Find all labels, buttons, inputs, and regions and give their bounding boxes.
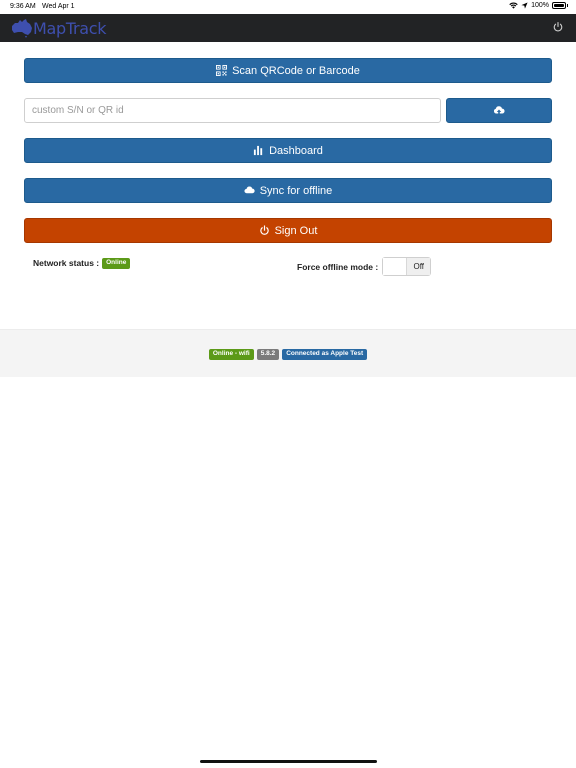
bar-chart-icon — [253, 145, 263, 156]
dashboard-button-label: Dashboard — [269, 144, 323, 157]
power-icon — [259, 225, 269, 235]
serial-input[interactable]: custom S/N or QR id — [24, 98, 441, 123]
wifi-icon — [509, 2, 518, 9]
force-offline-label: Force offline mode : — [297, 261, 379, 272]
toggle-knob — [383, 258, 408, 275]
toggle-state-label: Off — [407, 258, 431, 275]
status-date: Wed Apr 1 — [42, 3, 75, 10]
battery-icon — [552, 2, 566, 9]
network-status: Network status : Online — [33, 258, 131, 269]
qrcode-icon — [216, 65, 228, 76]
version-badge: 5.8.2 — [256, 349, 280, 360]
serial-input-placeholder: custom S/N or QR id — [32, 105, 124, 116]
status-bar: 9:36 AM Wed Apr 1 100% — [0, 0, 576, 14]
cloud-upload-icon — [493, 105, 505, 115]
sync-offline-button[interactable]: Sync for offline — [24, 178, 552, 203]
sign-out-button[interactable]: Sign Out — [24, 218, 552, 243]
upload-button[interactable] — [446, 98, 552, 123]
footer-badges: Online - wifi 5.8.2 Connected as Apple T… — [0, 349, 576, 360]
battery-tip — [567, 4, 568, 7]
brand-logo[interactable]: MapTrack — [10, 18, 107, 38]
dashboard-button[interactable]: Dashboard — [24, 138, 552, 163]
scan-button[interactable]: Scan QRCode or Barcode — [24, 58, 552, 83]
power-icon[interactable] — [552, 21, 564, 33]
sign-out-button-label: Sign Out — [274, 224, 318, 237]
network-status-badge: Online — [102, 258, 131, 269]
location-icon — [521, 2, 528, 9]
sync-offline-button-label: Sync for offline — [259, 184, 333, 197]
scan-button-label: Scan QRCode or Barcode — [232, 64, 360, 77]
force-offline-mode: Force offline mode : Off — [297, 257, 432, 276]
home-indicator[interactable] — [200, 760, 377, 763]
battery-percent: 100% — [531, 2, 549, 9]
user-badge: Connected as Apple Test — [282, 349, 368, 360]
force-offline-toggle[interactable]: Off — [382, 257, 432, 276]
connection-badge: Online - wifi — [208, 349, 254, 360]
cloud-icon — [244, 186, 255, 194]
australia-map-icon — [12, 19, 32, 38]
app-header: MapTrack — [0, 14, 576, 42]
network-status-label: Network status : — [33, 258, 100, 269]
brand-name: MapTrack — [33, 18, 107, 38]
footer: Online - wifi 5.8.2 Connected as Apple T… — [0, 329, 576, 377]
status-time: 9:36 AM — [10, 3, 36, 10]
status-right: 100% — [509, 2, 568, 9]
